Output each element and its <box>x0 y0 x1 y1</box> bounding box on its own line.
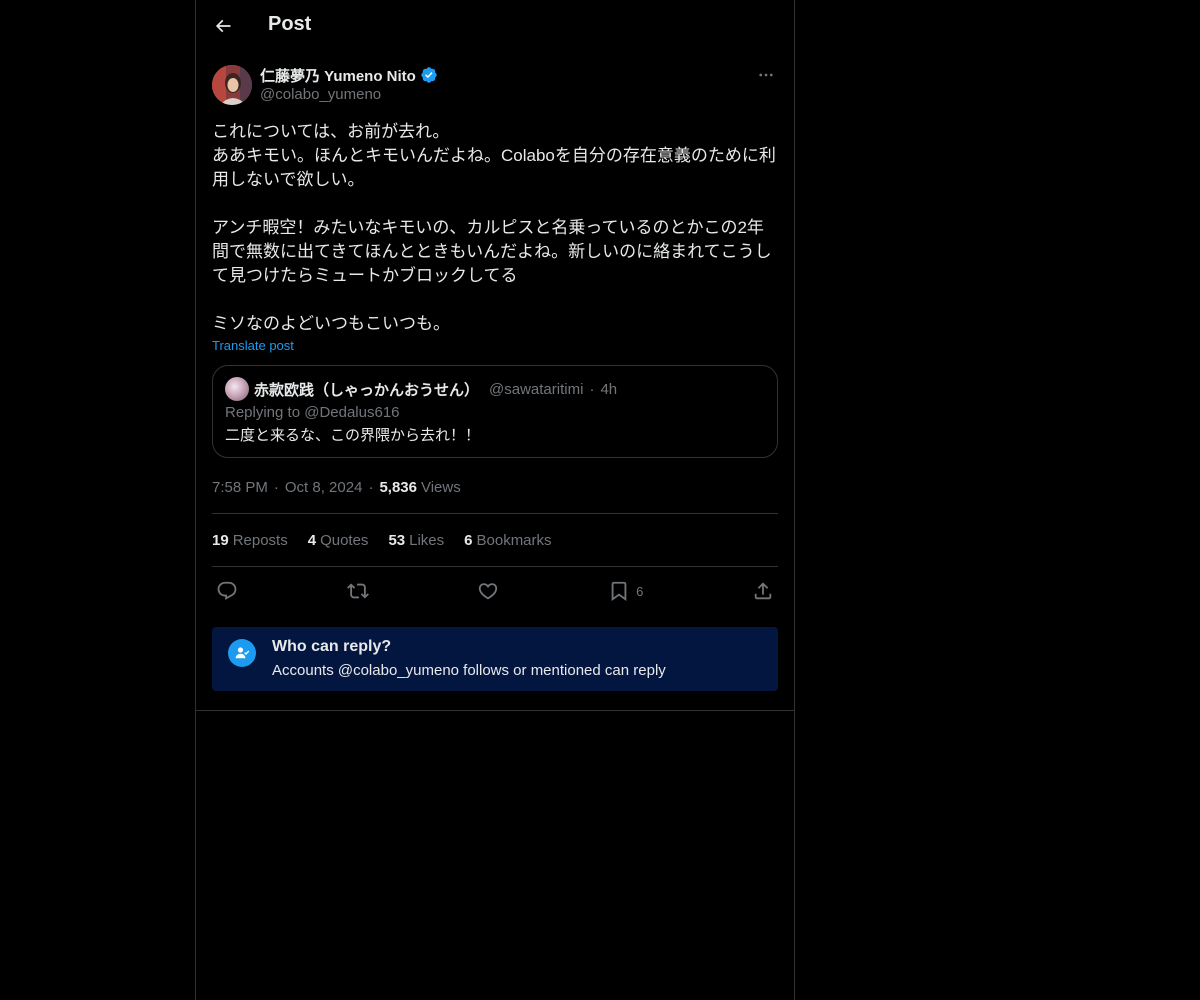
author-row: 仁藤夢乃 Yumeno Nito @colabo_yumeno <box>212 64 778 106</box>
quotes-count: 4 <box>307 531 317 549</box>
views-label: Views <box>420 478 461 496</box>
who-can-reply-description: Accounts @colabo_yumeno follows or menti… <box>272 662 666 679</box>
like-button[interactable] <box>477 580 499 602</box>
share-icon <box>754 582 772 600</box>
more-icon <box>759 73 773 77</box>
who-can-reply-banner: Who can reply? Accounts @colabo_yumeno f… <box>212 627 778 691</box>
bookmark-button[interactable]: 6 <box>608 580 643 602</box>
meta-separator: · <box>368 478 374 496</box>
avatar-image <box>212 65 252 105</box>
quotes-label: Quotes <box>320 531 369 549</box>
bookmarks-count: 6 <box>464 531 473 549</box>
post-column: Post 仁藤夢乃 Yumeno Nito @colabo_yumeno これに… <box>195 0 795 1000</box>
person-check-icon <box>228 639 256 667</box>
share-button[interactable] <box>752 580 774 602</box>
reposts-label: Reposts <box>232 531 288 549</box>
meta-separator: · <box>273 478 279 496</box>
post-date[interactable]: Oct 8, 2024 <box>285 479 363 496</box>
quotes-stat[interactable]: 4 Quotes <box>308 532 369 549</box>
action-bar: 6 <box>212 567 778 615</box>
author-names: 仁藤夢乃 Yumeno Nito @colabo_yumeno <box>260 64 438 103</box>
bookmarks-stat[interactable]: 6 Bookmarks <box>464 532 551 549</box>
quote-replying-to: Replying to @Dedalus616 <box>225 404 400 421</box>
quote-time: 4h <box>600 380 618 398</box>
translate-post-link[interactable]: Translate post <box>212 338 294 353</box>
reposts-count: 19 <box>212 531 229 549</box>
bookmarks-label: Bookmarks <box>476 531 552 549</box>
arrow-left-icon <box>215 19 231 33</box>
quoted-post[interactable]: 赤款欧践（しゃっかんおうせん） @sawataritimi · 4h Reply… <box>212 365 778 458</box>
likes-count: 53 <box>388 531 406 549</box>
quote-separator: · <box>589 380 595 398</box>
quote-author-handle: @sawataritimi <box>489 380 584 398</box>
more-options-button[interactable] <box>754 64 778 86</box>
author-handle[interactable]: @colabo_yumeno <box>260 86 438 103</box>
reply-button[interactable] <box>216 580 238 602</box>
heart-icon <box>479 583 498 600</box>
quote-avatar <box>225 377 249 401</box>
bookmark-count: 6 <box>636 583 644 599</box>
display-name-row: 仁藤夢乃 Yumeno Nito <box>260 64 438 86</box>
post-text: これについては、お前が去れ。 ああキモい。ほんとキモいんだよね。Colaboを自… <box>212 122 776 333</box>
divider <box>196 710 794 711</box>
likes-stat[interactable]: 53 Likes <box>388 532 444 549</box>
who-can-reply-title: Who can reply? <box>272 638 392 655</box>
back-button[interactable] <box>204 7 242 45</box>
bookmark-icon <box>611 581 627 602</box>
repost-button[interactable] <box>346 580 369 602</box>
views-count: 5,836 <box>379 478 417 496</box>
quote-text: 二度と来るな、この界隈から去れ！！ <box>225 427 481 444</box>
verified-badge-icon <box>420 66 438 84</box>
display-name[interactable]: 仁藤夢乃 Yumeno Nito <box>260 65 416 86</box>
likes-label: Likes <box>409 531 445 549</box>
avatar[interactable] <box>212 65 252 105</box>
quote-header: 赤款欧践（しゃっかんおうせん） @sawataritimi · 4h <box>225 377 765 401</box>
post-detail: 仁藤夢乃 Yumeno Nito @colabo_yumeno これについては、… <box>212 64 778 691</box>
quote-author-name: 赤款欧践（しゃっかんおうせん） <box>254 381 480 399</box>
post-meta: 7:58 PM · Oct 8, 2024 · 5,836 Views <box>212 477 778 497</box>
page-title: Post <box>268 13 312 35</box>
reposts-stat[interactable]: 19 Reposts <box>212 532 288 549</box>
reply-icon <box>217 581 237 600</box>
post-stats: 19 Reposts 4 Quotes 53 Likes 6 Bookmarks <box>212 514 778 566</box>
repost-icon <box>346 583 369 599</box>
post-header: Post <box>196 0 794 53</box>
post-time[interactable]: 7:58 PM <box>212 479 268 496</box>
